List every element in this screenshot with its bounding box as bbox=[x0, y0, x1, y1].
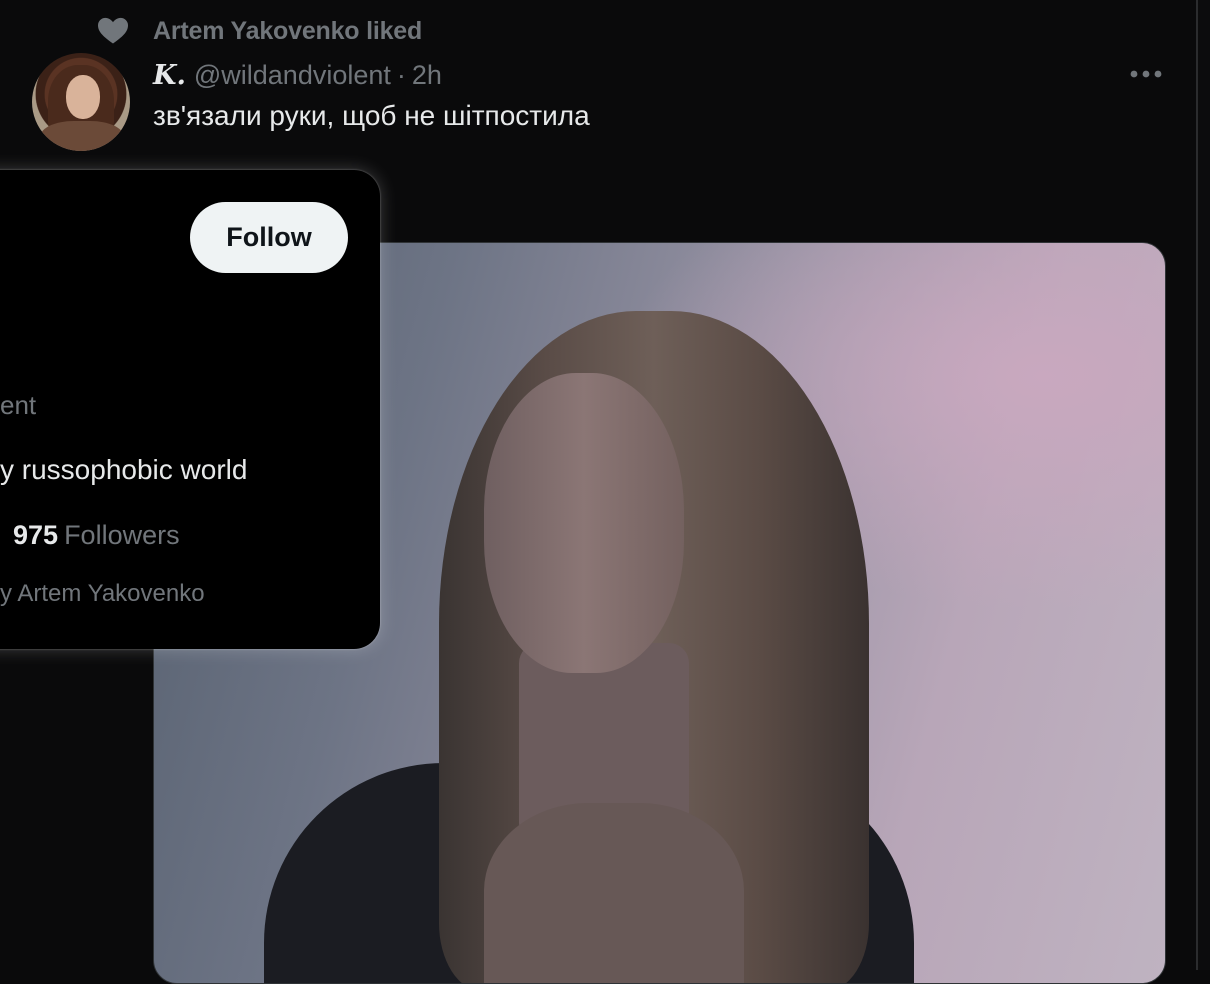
followed-by: y Artem Yakovenko bbox=[0, 580, 205, 607]
follow-button[interactable]: Follow bbox=[190, 202, 348, 273]
tweet-author-row: K. @wildandviolent · 2h bbox=[153, 58, 442, 92]
social-context[interactable]: Artem Yakovenko liked bbox=[96, 14, 422, 48]
display-name[interactable]: K. bbox=[153, 60, 186, 91]
photo-chest bbox=[484, 803, 744, 983]
right-gutter bbox=[1198, 0, 1210, 970]
heart-icon bbox=[96, 16, 130, 46]
photo-face bbox=[484, 373, 684, 673]
handle[interactable]: @wildandviolent bbox=[194, 60, 391, 91]
hovercard-handle[interactable]: ent bbox=[0, 390, 36, 421]
separator: · bbox=[396, 59, 406, 90]
avatar[interactable] bbox=[32, 53, 130, 151]
avatar-body bbox=[40, 121, 124, 151]
followers-stat[interactable]: 975 Followers bbox=[13, 520, 180, 551]
followers-label: Followers bbox=[64, 520, 180, 550]
more-horizontal-icon[interactable] bbox=[1128, 62, 1164, 86]
avatar-face bbox=[66, 75, 100, 119]
liked-by-text: Artem Yakovenko liked bbox=[153, 16, 423, 45]
hovercard-bio: y russophobic world bbox=[0, 454, 248, 485]
tweet-text: зв'язали руки, щоб не шітпостила bbox=[153, 100, 590, 131]
profile-hovercard: Follow ent y russophobic world 975 Follow… bbox=[0, 170, 380, 649]
timestamp[interactable]: 2h bbox=[412, 60, 442, 91]
followers-count: 975 bbox=[13, 520, 59, 550]
